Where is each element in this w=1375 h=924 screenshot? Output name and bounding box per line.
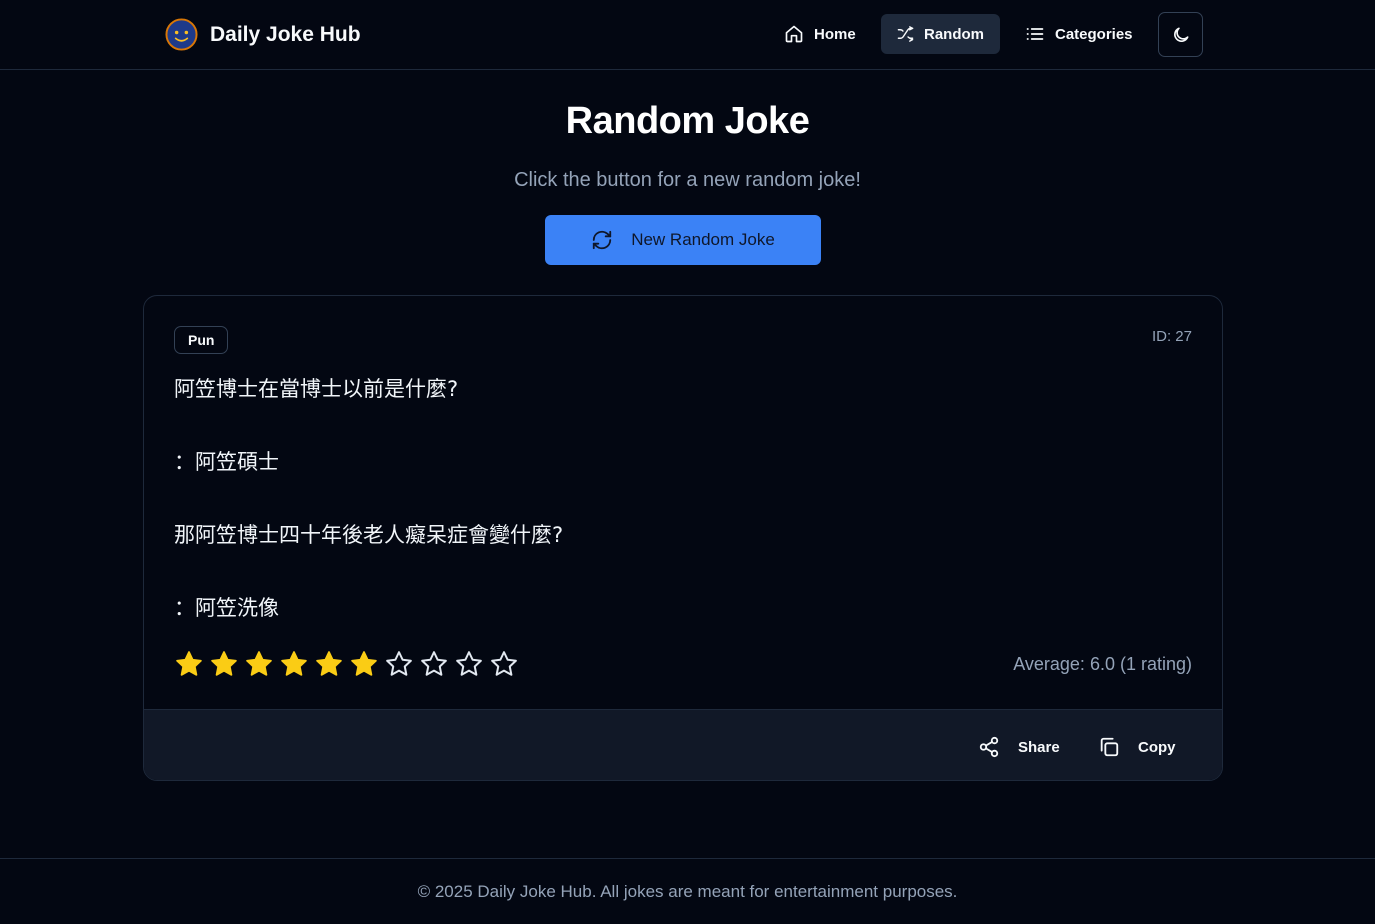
brand-name: Daily Joke Hub (210, 22, 361, 46)
footer-text: © 2025 Daily Joke Hub. All jokes are mea… (417, 882, 958, 901)
joke-line: ：阿笠碩士 (174, 450, 279, 474)
star-icon (316, 651, 342, 676)
star-filled[interactable] (174, 648, 209, 680)
star-icon (456, 651, 482, 676)
joke-text: 阿笠博士在當博士以前是什麼? ：阿笠碩士 那阿笠博士四十年後老人癡呆症會變什麼?… (174, 372, 1174, 664)
nav-link-home-label: Home (814, 25, 856, 43)
share-label: Share (1018, 738, 1060, 756)
star-icon (176, 651, 202, 676)
joke-line: 那阿笠博士四十年後老人癡呆症會變什麼? (174, 523, 564, 547)
joke-card: Pun ID: 27 阿笠博士在當博士以前是什麼? ：阿笠碩士 那阿笠博士四十年… (143, 295, 1223, 781)
new-random-joke-label: New Random Joke (631, 230, 775, 249)
star-icon (421, 651, 447, 676)
star-empty[interactable] (454, 648, 489, 680)
nav-link-home[interactable]: Home (768, 14, 872, 54)
copy-button[interactable]: Copy (1098, 732, 1176, 762)
navbar: Daily Joke Hub Home Random Categories (0, 0, 1375, 70)
nav-link-random[interactable]: Random (881, 14, 1000, 54)
refresh-icon (593, 230, 612, 250)
share-icon (979, 736, 999, 758)
star-filled[interactable] (279, 648, 314, 680)
star-empty[interactable] (489, 648, 524, 680)
joke-id: ID: 27 (1151, 328, 1192, 345)
star-filled[interactable] (349, 648, 384, 680)
star-empty[interactable] (384, 648, 419, 680)
list-icon (1026, 28, 1044, 40)
theme-toggle-button[interactable] (1158, 12, 1203, 57)
star-icon (246, 651, 272, 676)
card-actions: Share Copy (144, 709, 1222, 780)
home-icon (785, 25, 803, 43)
nav-link-random-label: Random (924, 25, 984, 43)
star-icon (351, 651, 377, 676)
moon-icon (1173, 27, 1188, 42)
nav-link-categories[interactable]: Categories (1009, 14, 1149, 54)
shuffle-icon (897, 26, 914, 42)
share-button[interactable]: Share (978, 732, 1060, 762)
copy-label: Copy (1138, 738, 1176, 756)
star-filled[interactable] (209, 648, 244, 680)
new-random-joke-button[interactable]: New Random Joke (545, 215, 821, 265)
site-footer: © 2025 Daily Joke Hub. All jokes are mea… (0, 858, 1375, 924)
rating-row: Average: 6.0 (1 rating) (174, 648, 1192, 682)
star-icon (281, 651, 307, 676)
nav-link-categories-label: Categories (1055, 25, 1133, 43)
star-icon (211, 651, 237, 676)
star-filled[interactable] (314, 648, 349, 680)
page-subtitle: Click the button for a new random joke! (514, 169, 861, 191)
copy-icon (1100, 737, 1119, 757)
joke-line: 阿笠博士在當博士以前是什麼? (174, 377, 459, 401)
category-badge[interactable]: Pun (174, 326, 229, 354)
rating-average: Average: 6.0 (1 rating) (1013, 654, 1192, 674)
page-title: Random Joke (565, 100, 810, 142)
star-icon (491, 651, 517, 676)
smiley-face-logo-icon (165, 18, 198, 51)
star-empty[interactable] (419, 648, 454, 680)
brand-logo[interactable]: Daily Joke Hub (165, 18, 361, 51)
star-icon (386, 651, 412, 676)
star-filled[interactable] (244, 648, 279, 680)
